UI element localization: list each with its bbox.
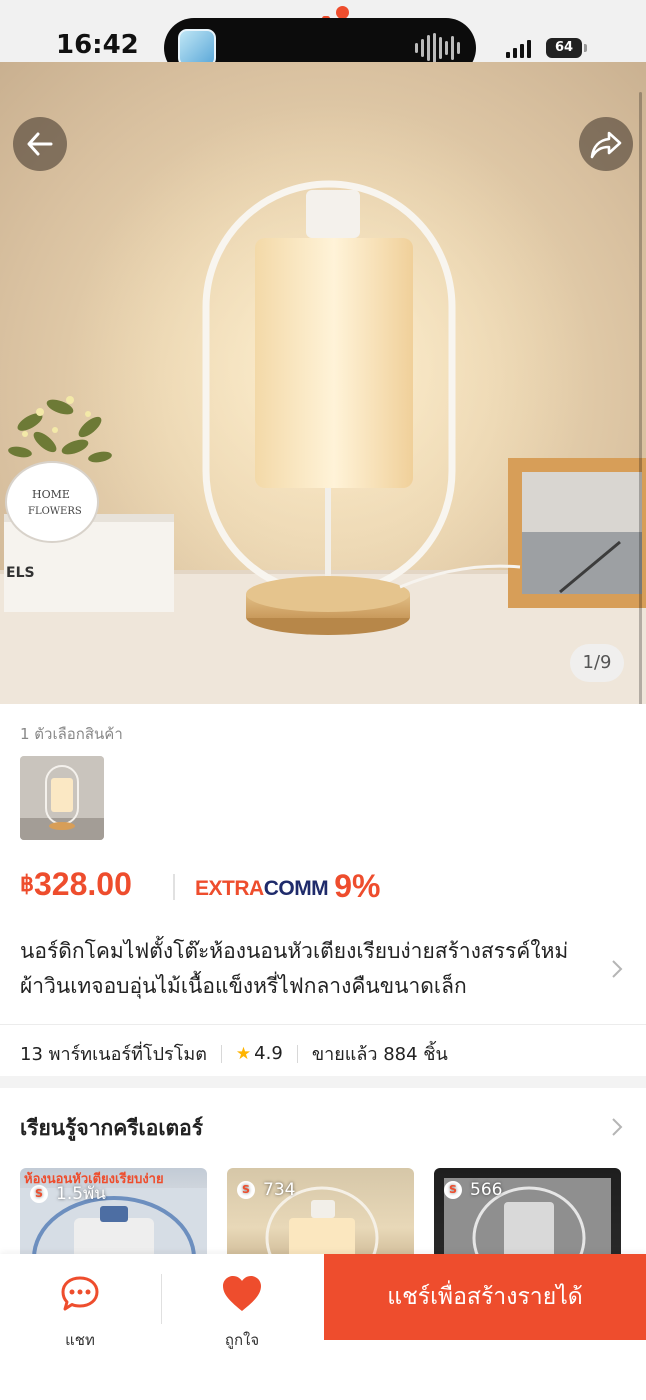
product-title[interactable]: นอร์ดิกโคมไฟตั้งโต๊ะห้องนอนหัวเตียงเรียบ… <box>20 934 600 1004</box>
status-bar: 16:42 64 <box>0 0 646 78</box>
video-views: S 566 <box>444 1180 502 1200</box>
bottom-action-bar: แชท ถูกใจ แชร์เพื่อสร้างรายได้ <box>0 1254 646 1400</box>
comm-extra-text: EXTRA <box>195 877 264 900</box>
back-button[interactable] <box>13 117 67 171</box>
image-scroll-indicator <box>639 92 642 704</box>
heart-icon <box>223 1276 261 1311</box>
sold-count: ขายแล้ว 884 ชิ้น <box>311 1044 448 1065</box>
chat-label: แชท <box>65 1331 95 1349</box>
chat-bubble-icon <box>61 1276 99 1311</box>
star-icon: ★ <box>235 1043 252 1064</box>
chevron-right-icon[interactable] <box>610 1116 624 1138</box>
chevron-right-icon[interactable] <box>610 958 624 980</box>
svg-text:HOME: HOME <box>32 488 70 501</box>
battery-tip <box>584 44 587 52</box>
product-photo: ELS HOME FLOWERS <box>0 62 646 704</box>
share-button[interactable] <box>579 117 633 171</box>
product-price: ฿328.00 <box>20 866 132 903</box>
variant-count-label: 1 ตัวเลือกสินค้า <box>20 725 123 743</box>
rating-value: 4.9 <box>254 1043 283 1064</box>
price-currency: ฿ <box>20 871 34 896</box>
partners-count: 13 พาร์ทเนอร์ที่โปรโมต <box>20 1044 207 1065</box>
audio-wave-icon <box>415 32 460 64</box>
play-count-icon: S <box>237 1181 255 1199</box>
section-title-learn-from-creators[interactable]: เรียนรู้จากครีเอเตอร์ <box>20 1112 203 1145</box>
divider <box>0 1024 646 1025</box>
section-gap <box>0 1076 646 1088</box>
battery-icon: 64 <box>546 38 582 58</box>
signal-bars-icon <box>506 38 531 58</box>
share-icon <box>590 131 622 159</box>
creator-video-card[interactable]: S 734 <box>227 1168 414 1268</box>
price-value: 328.00 <box>34 866 132 902</box>
views-count: 1.5พัน <box>56 1184 106 1204</box>
variant-thumbnail-image <box>20 756 104 840</box>
video-views: S 734 <box>237 1180 295 1200</box>
product-title-line-2: ผ้าวินเทจอบอุ่นไม้เนื้อแข็งหรี่ไฟกลางคืน… <box>20 974 467 998</box>
favorite-button[interactable]: ถูกใจ <box>162 1266 322 1349</box>
arrow-left-icon <box>27 132 53 156</box>
image-page-indicator: 1/9 <box>570 644 624 682</box>
favorite-label: ถูกใจ <box>224 1331 260 1349</box>
play-count-icon: S <box>444 1181 462 1199</box>
price-divider <box>173 874 175 900</box>
views-count: 566 <box>470 1180 503 1200</box>
product-title-line-1: นอร์ดิกโคมไฟตั้งโต๊ะห้องนอนหัวเตียงเรียบ… <box>20 939 569 963</box>
variant-thumbnail[interactable] <box>20 756 104 840</box>
share-to-earn-button[interactable]: แชร์เพื่อสร้างรายได้ <box>324 1254 646 1340</box>
svg-text:FLOWERS: FLOWERS <box>28 506 82 517</box>
svg-text:ELS: ELS <box>6 565 35 581</box>
play-count-icon: S <box>30 1184 48 1203</box>
creator-video-card[interactable]: ห้องนอนหัวเตียงเรียบง่าย S 1.5พัน <box>20 1168 207 1268</box>
product-stats: 13 พาร์ทเนอร์ที่โปรโมต ★ 4.9 ขายแล้ว 884… <box>20 1039 448 1068</box>
product-image-carousel[interactable]: ELS HOME FLOWERS 1/9 <box>0 62 646 704</box>
creator-video-card[interactable]: S 566 <box>434 1168 621 1268</box>
stats-separator <box>296 1044 298 1063</box>
comm-comm-text: COMM <box>263 877 329 900</box>
video-views: S 1.5พัน <box>30 1180 106 1207</box>
chat-button[interactable]: แชท <box>0 1266 160 1349</box>
comm-percent: 9% <box>334 868 381 904</box>
status-time: 16:42 <box>56 30 139 60</box>
extra-comm-badge: EXTRACOMM 9% <box>195 868 380 905</box>
stats-separator <box>220 1044 222 1063</box>
views-count: 734 <box>263 1180 296 1200</box>
